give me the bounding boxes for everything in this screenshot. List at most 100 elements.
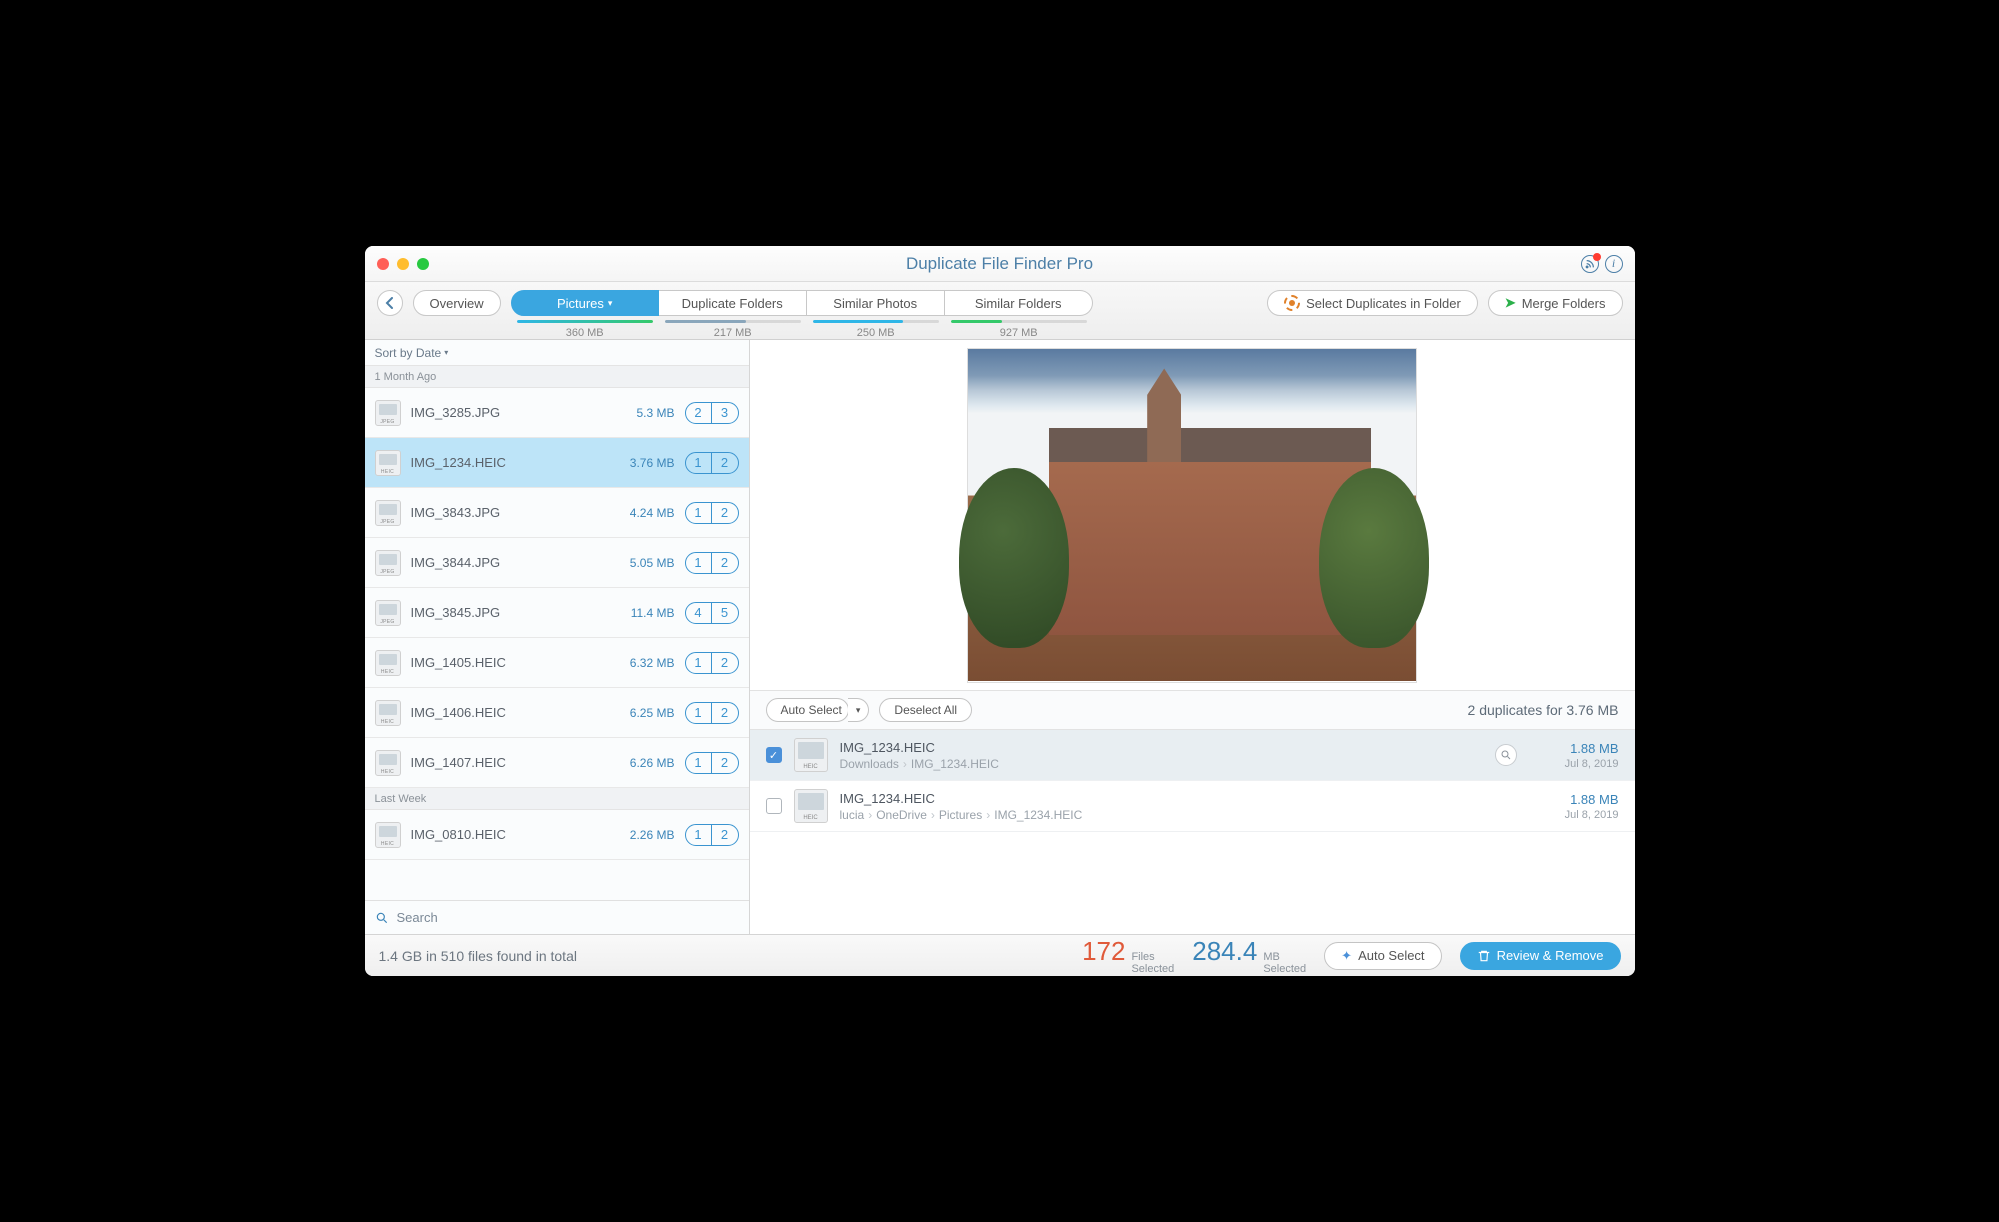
file-icon: HEIC	[375, 750, 401, 776]
tab-size-label: 250 MB	[857, 327, 895, 339]
file-name: IMG_1234.HEIC	[411, 455, 607, 470]
duplicate-row[interactable]: ✓ HEIC IMG_1234.HEIC Downloads›IMG_1234.HEI…	[750, 730, 1635, 781]
file-icon: HEIC	[375, 650, 401, 676]
image-preview	[750, 340, 1635, 690]
file-icon: HEIC	[794, 789, 828, 823]
back-button[interactable]	[377, 290, 403, 316]
merge-icon: ➤	[1505, 295, 1516, 311]
toolbar: Overview Pictures▾Duplicate Folders Simil…	[365, 282, 1635, 340]
sort-label: Sort by Date	[375, 346, 442, 360]
overview-button[interactable]: Overview	[413, 290, 501, 316]
file-icon: JPEG	[375, 550, 401, 576]
feed-icon[interactable]	[1581, 255, 1599, 273]
list-item[interactable]: HEICIMG_1406.HEIC6.25 MB12	[365, 688, 749, 738]
list-item[interactable]: HEICIMG_1405.HEIC6.32 MB12	[365, 638, 749, 688]
duplicate-name: IMG_1234.HEIC	[840, 740, 1483, 755]
deselect-all-button[interactable]: Deselect All	[879, 698, 972, 722]
file-name: IMG_3844.JPG	[411, 555, 607, 570]
sort-dropdown[interactable]: Sort by Date ▾	[365, 340, 749, 366]
list-item[interactable]: JPEG IMG_3285.JPG 5.3 MB 23	[365, 388, 749, 438]
tab-similar-folders[interactable]: Similar Folders	[945, 290, 1093, 316]
duplicate-size: 1.88 MB	[1529, 792, 1619, 807]
trash-icon	[1477, 949, 1491, 963]
size-selected-stat: 284.4 MB Selected	[1192, 936, 1306, 975]
footer-auto-select-button[interactable]: ✦ Auto Select	[1324, 942, 1441, 970]
close-window-button[interactable]	[377, 258, 389, 270]
list-item[interactable]: JPEGIMG_3843.JPG4.24 MB12	[365, 488, 749, 538]
select-duplicates-in-folder-button[interactable]: Select Duplicates in Folder	[1267, 290, 1478, 316]
file-name: IMG_1407.HEIC	[411, 755, 607, 770]
file-size: 11.4 MB	[617, 606, 675, 620]
file-name: IMG_3845.JPG	[411, 605, 607, 620]
file-size: 2.26 MB	[617, 828, 675, 842]
file-name: IMG_0810.HEIC	[411, 827, 607, 842]
duplicates-list: ✓ HEIC IMG_1234.HEIC Downloads›IMG_1234.HEI…	[750, 730, 1635, 934]
file-icon: HEIC	[794, 738, 828, 772]
notification-badge	[1593, 253, 1601, 261]
select-duplicates-label: Select Duplicates in Folder	[1306, 296, 1461, 311]
tab-meter: 360 MB	[511, 320, 659, 339]
count-pill[interactable]: 12	[685, 452, 739, 474]
auto-select-menu-button[interactable]: ▾	[848, 698, 870, 722]
list-item[interactable]: JPEG IMG_3845.JPG 11.4 MB 45	[365, 588, 749, 638]
file-icon: HEIC	[375, 700, 401, 726]
file-size: 6.32 MB	[617, 656, 675, 670]
file-icon: JPEG	[375, 500, 401, 526]
info-icon[interactable]: i	[1605, 255, 1623, 273]
list-item[interactable]: HEICIMG_0810.HEIC2.26 MB12	[365, 810, 749, 860]
duplicate-name: IMG_1234.HEIC	[840, 791, 1517, 806]
count-pill[interactable]: 12	[685, 702, 739, 724]
count-pill[interactable]: 12	[685, 552, 739, 574]
tab-pictures[interactable]: Pictures▾	[511, 290, 659, 316]
search-placeholder: Search	[397, 910, 438, 925]
duplicate-size: 1.88 MB	[1529, 741, 1619, 756]
tab-label: Pictures	[557, 296, 604, 311]
merge-folders-label: Merge Folders	[1522, 296, 1606, 311]
file-list-sidebar: Sort by Date ▾ 1 Month AgoJPEGIMG_3285.J…	[365, 340, 750, 934]
list-item[interactable]: HEIC IMG_1407.HEIC 6.26 MB 12	[365, 738, 749, 788]
chevron-down-icon: ▾	[444, 348, 448, 357]
tab-duplicate-folders[interactable]: Duplicate Folders	[659, 290, 807, 316]
tab-size-label: 217 MB	[714, 327, 752, 339]
merge-folders-button[interactable]: ➤ Merge Folders	[1488, 290, 1623, 316]
search-field[interactable]: Search	[365, 900, 749, 934]
files-selected-stat: 172 Files Selected	[1082, 936, 1174, 975]
duplicate-date: Jul 8, 2019	[1529, 809, 1619, 821]
file-name: IMG_3285.JPG	[411, 405, 607, 420]
count-pill[interactable]: 12	[685, 752, 739, 774]
detail-pane: Auto Select ▾ Deselect All 2 duplicates …	[750, 340, 1635, 934]
file-size: 6.26 MB	[617, 756, 675, 770]
file-list[interactable]: 1 Month AgoJPEGIMG_3285.JPG5.3 MB23HEICI…	[365, 366, 749, 900]
count-pill[interactable]: 12	[685, 652, 739, 674]
count-pill[interactable]: 12	[685, 502, 739, 524]
count-pill[interactable]: 23	[685, 402, 739, 424]
minimize-window-button[interactable]	[397, 258, 409, 270]
list-item[interactable]: JPEGIMG_3844.JPG5.05 MB12	[365, 538, 749, 588]
target-icon	[1284, 295, 1300, 311]
tab-meter: 217 MB	[659, 320, 807, 339]
file-icon: JPEG	[375, 400, 401, 426]
duplicate-path: Downloads›IMG_1234.HEIC	[840, 757, 1483, 771]
auto-select-label: Auto Select	[781, 703, 842, 717]
preview-image	[967, 348, 1417, 683]
tab-similar-photos[interactable]: Similar Photos	[807, 290, 945, 316]
list-item[interactable]: HEICIMG_1234.HEIC3.76 MB12	[365, 438, 749, 488]
duplicate-row[interactable]: HEICIMG_1234.HEIClucia›OneDrive›Pictures…	[750, 781, 1635, 832]
chevron-left-icon	[385, 297, 395, 309]
tab-label: Similar Photos	[833, 296, 917, 311]
checkbox[interactable]: ✓	[766, 747, 782, 763]
checkbox[interactable]	[766, 798, 782, 814]
review-and-remove-button[interactable]: Review & Remove	[1460, 942, 1621, 970]
auto-select-button[interactable]: Auto Select	[766, 698, 849, 722]
count-pill[interactable]: 12	[685, 824, 739, 846]
reveal-button[interactable]	[1495, 744, 1517, 766]
zoom-window-button[interactable]	[417, 258, 429, 270]
count-pill[interactable]: 45	[685, 602, 739, 624]
file-icon: JPEG	[375, 600, 401, 626]
duplicate-date: Jul 8, 2019	[1529, 758, 1619, 770]
file-icon: HEIC	[375, 450, 401, 476]
file-size: 6.25 MB	[617, 706, 675, 720]
size-selected-count: 284.4	[1192, 936, 1257, 967]
file-size: 5.3 MB	[617, 406, 675, 420]
tab-size-label: 927 MB	[1000, 327, 1038, 339]
